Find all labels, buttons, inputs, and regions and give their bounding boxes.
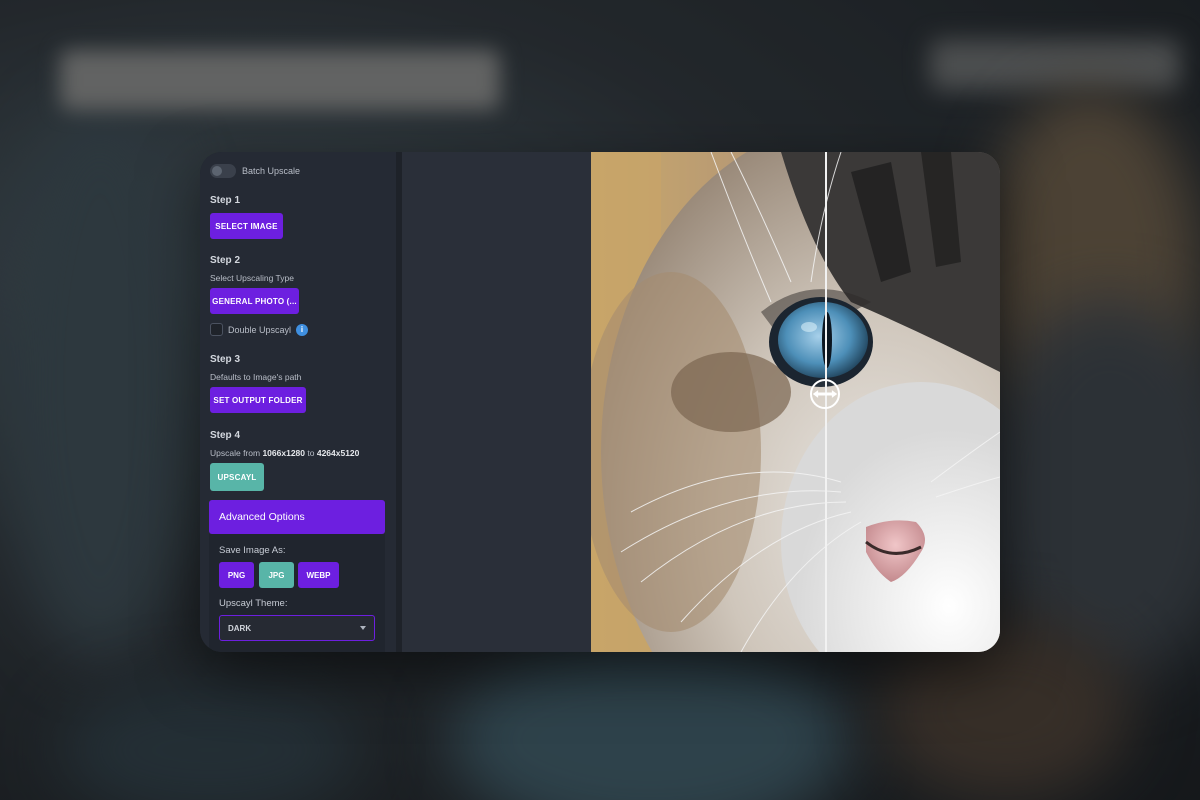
format-jpg-button[interactable]: JPG (259, 562, 294, 588)
format-webp-button[interactable]: WEBP (298, 562, 339, 588)
upscale-prefix: Upscale from (210, 448, 261, 458)
step2-desc: Select Upscaling Type (210, 273, 294, 283)
batch-upscale-label: Batch Upscale (242, 166, 301, 176)
double-upscayl-label: Double Upscayl (228, 324, 292, 335)
upscaling-type-button[interactable]: GENERAL PHOTO (... (210, 288, 299, 314)
caret-down-icon (360, 626, 366, 630)
preview-background (402, 152, 591, 652)
set-output-folder-button[interactable]: SET OUTPUT FOLDER (210, 387, 306, 413)
batch-upscale-toggle[interactable] (210, 164, 236, 178)
step1-title: Step 1 (210, 195, 241, 206)
theme-label: Upscayl Theme: (219, 598, 288, 609)
upscale-dimensions: Upscale from 1066x1280 to 4264x5120 (210, 448, 359, 458)
info-icon[interactable]: i (296, 323, 309, 336)
save-as-label: Save Image As: (219, 545, 286, 556)
step3-desc: Defaults to Image's path (210, 372, 302, 382)
step3-title: Step 3 (210, 354, 241, 365)
step2-title: Step 2 (210, 255, 241, 266)
target-size: 4264x5120 (316, 448, 360, 458)
compare-handle-icon[interactable] (810, 379, 840, 409)
upscayl-button[interactable]: UPSCAYL (210, 463, 264, 491)
select-image-button[interactable]: SELECT IMAGE (210, 213, 283, 239)
cat-image-preview (591, 152, 1000, 652)
double-upscayl-row: Double Upscayl i (210, 323, 309, 336)
upscale-to-word: to (307, 448, 315, 458)
theme-select-value: DARK (228, 623, 252, 633)
advanced-options-header[interactable]: Advanced Options (209, 500, 385, 534)
sidebar: Batch Upscale Step 1 SELECT IMAGE Step 2… (200, 152, 396, 652)
format-png-button[interactable]: PNG (219, 562, 254, 588)
step4-title: Step 4 (210, 430, 241, 441)
double-upscayl-checkbox[interactable] (210, 323, 223, 336)
batch-upscale-row[interactable]: Batch Upscale (210, 164, 300, 178)
source-size: 1066x1280 (262, 448, 305, 458)
theme-select[interactable]: DARK (219, 615, 375, 641)
app-window: Batch Upscale Step 1 SELECT IMAGE Step 2… (200, 152, 1000, 652)
